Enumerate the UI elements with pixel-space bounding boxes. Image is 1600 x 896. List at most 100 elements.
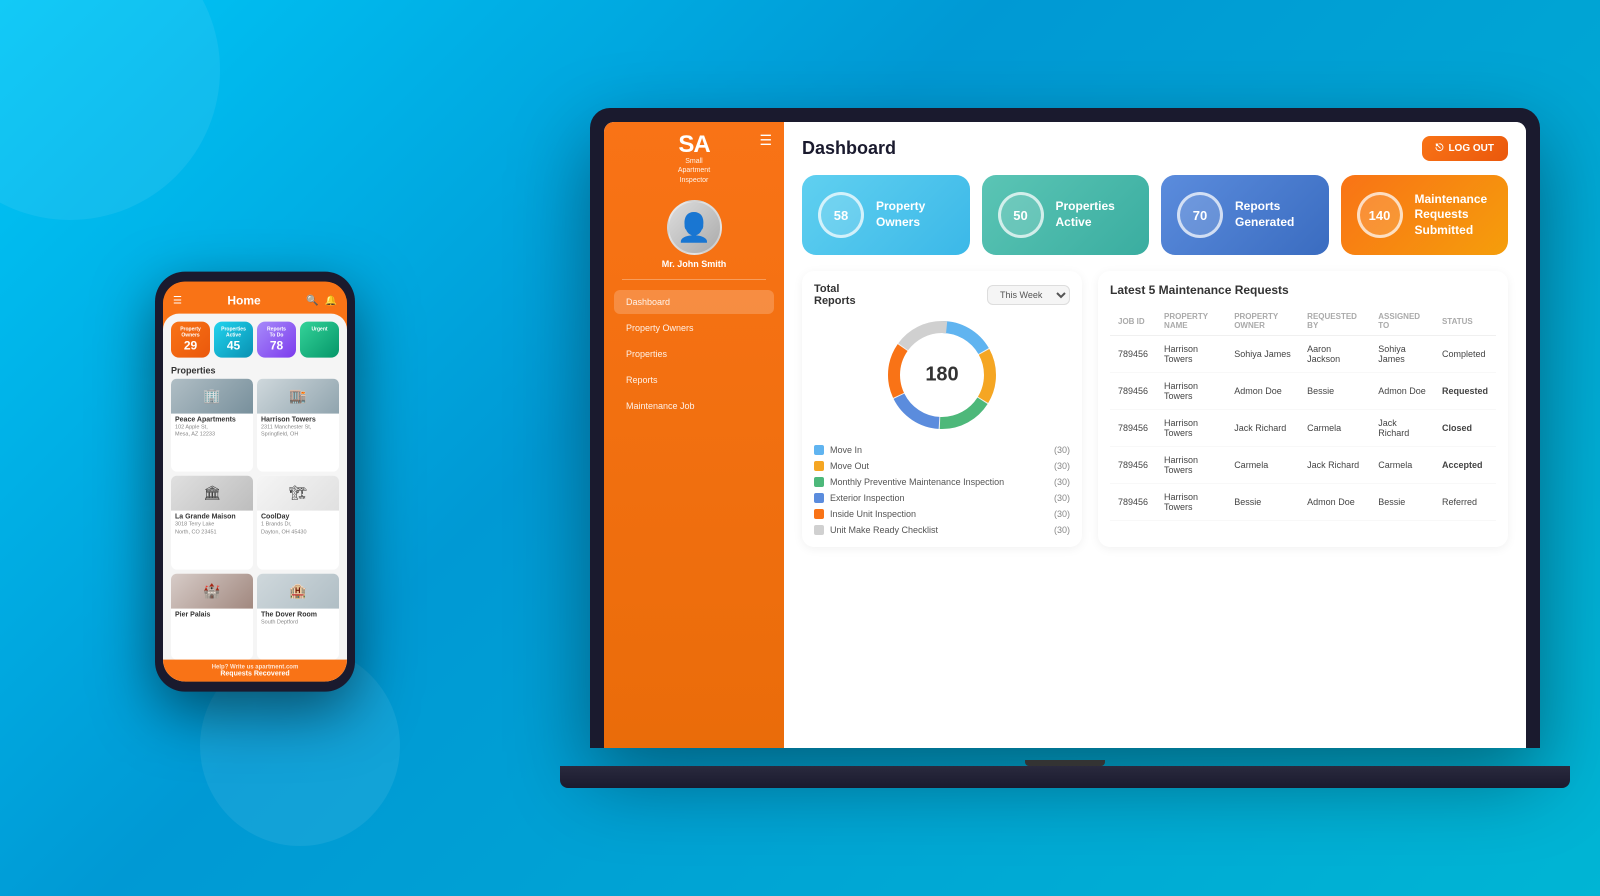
logout-label: LOG OUT xyxy=(1448,143,1494,154)
cell-owner: Sohiya James xyxy=(1226,336,1299,373)
stat-card-reports[interactable]: 70 ReportsGenerated xyxy=(1161,175,1329,255)
laptop-base xyxy=(560,766,1570,788)
phone-properties-grid: 🏢 Peace Apartments 102 Apple St,Mesa, AZ… xyxy=(163,379,347,660)
phone-prop-coolday[interactable]: 🏗 CoolDay 1 Brands Dr,Dayton, OH 45430 xyxy=(257,476,339,569)
cell-status: Closed xyxy=(1434,410,1496,447)
phone-bottom-status: Requests Recovered xyxy=(220,671,289,678)
table-row[interactable]: 789456 Harrison Towers Bessie Admon Doe … xyxy=(1110,484,1496,521)
phone-card-3-label: ReportsTo Do xyxy=(267,327,286,339)
phone-prop-dover-addr: South Deptford xyxy=(261,619,335,626)
phone-menu-icon[interactable]: ☰ xyxy=(173,295,182,306)
phone-prop-lagrande[interactable]: 🏛 La Grande Maison 3018 Terry LakeNorth,… xyxy=(171,476,253,569)
page-title: Dashboard xyxy=(802,138,896,159)
phone-prop-lagrande-name: La Grande Maison xyxy=(175,514,249,521)
phone-card-1-value: 29 xyxy=(184,339,197,353)
chart-section: TotalReports This Week This Month This Y… xyxy=(802,271,1082,547)
stat-card-property-owners[interactable]: 58 PropertyOwners xyxy=(802,175,970,255)
sidebar-item-property-owners[interactable]: Property Owners xyxy=(614,316,774,340)
phone-prop-pier-img: 🏰 xyxy=(171,573,253,608)
stat-card-maintenance[interactable]: 140 MaintenanceRequestsSubmitted xyxy=(1341,175,1509,255)
phone-card-3-value: 78 xyxy=(270,339,283,353)
table-row[interactable]: 789456 Harrison Towers Admon Doe Bessie … xyxy=(1110,373,1496,410)
phone-search-icon[interactable]: 🔍 xyxy=(306,295,318,306)
sidebar: ☰ SA SmallApartmentInspector 👤 Mr. John … xyxy=(604,122,784,748)
chart-header: TotalReports This Week This Month This Y… xyxy=(814,283,1070,307)
stat-value-reports: 70 xyxy=(1193,208,1207,223)
table-header-row: Job ID Property Name Property Owner Requ… xyxy=(1110,307,1496,336)
sidebar-nav: Dashboard Property Owners Properties Rep… xyxy=(604,290,784,420)
phone-prop-dover-img: 🏨 xyxy=(257,573,339,608)
phone-prop-peace[interactable]: 🏢 Peace Apartments 102 Apple St,Mesa, AZ… xyxy=(171,379,253,472)
phone-screen: ☰ Home 🔍 🔔 PropertyOwners 29 PropertiesA… xyxy=(163,282,347,682)
phone-header-actions: 🔍 🔔 xyxy=(306,295,337,306)
sidebar-logo-subtitle: SmallApartmentInspector xyxy=(678,157,710,184)
stat-circle-owners: 58 xyxy=(818,192,864,238)
phone-prop-harrison-info: Harrison Towers 2311 Manchester St,Sprin… xyxy=(257,414,339,442)
cell-property: Harrison Towers xyxy=(1156,410,1226,447)
legend-item-moveout: Move Out (30) xyxy=(814,461,1070,471)
bottom-section: TotalReports This Week This Month This Y… xyxy=(802,271,1508,547)
phone-stat-cards: PropertyOwners 29 PropertiesActive 45 Re… xyxy=(163,314,347,362)
cell-owner: Jack Richard xyxy=(1226,410,1299,447)
phone-prop-harrison-name: Harrison Towers xyxy=(261,417,335,424)
phone-notch xyxy=(230,272,280,280)
sidebar-item-reports[interactable]: Reports xyxy=(614,368,774,392)
chart-title: TotalReports xyxy=(814,283,856,307)
table-header: Job ID Property Name Property Owner Requ… xyxy=(1110,307,1496,336)
sidebar-item-maintenance[interactable]: Maintenance Job xyxy=(614,394,774,418)
phone-bell-icon[interactable]: 🔔 xyxy=(325,295,337,306)
legend-dot-exterior xyxy=(814,493,824,503)
logout-button[interactable]: ⎋ LOG OUT xyxy=(1422,136,1508,161)
stat-label-active: PropertiesActive xyxy=(1056,199,1115,230)
legend-count-exterior: (30) xyxy=(1054,493,1070,503)
legend-item-exterior: Exterior Inspection (30) xyxy=(814,493,1070,503)
phone-prop-peace-info: Peace Apartments 102 Apple St,Mesa, AZ 1… xyxy=(171,414,253,442)
stat-label-reports: ReportsGenerated xyxy=(1235,199,1294,230)
stat-card-properties-active[interactable]: 50 PropertiesActive xyxy=(982,175,1150,255)
table-body: 789456 Harrison Towers Sohiya James Aaro… xyxy=(1110,336,1496,521)
phone-prop-coolday-name: CoolDay xyxy=(261,514,335,521)
maintenance-table-title: Latest 5 Maintenance Requests xyxy=(1110,283,1496,297)
cell-assigned: Carmela xyxy=(1370,447,1434,484)
table-row[interactable]: 789456 Harrison Towers Carmela Jack Rich… xyxy=(1110,447,1496,484)
cell-job-id: 789456 xyxy=(1110,410,1156,447)
phone-prop-lagrande-info: La Grande Maison 3018 Terry LakeNorth, C… xyxy=(171,511,253,539)
legend-label-exterior: Exterior Inspection xyxy=(830,493,1048,503)
stat-value-maintenance: 140 xyxy=(1369,208,1391,223)
legend-count-moveout: (30) xyxy=(1054,461,1070,471)
legend-dot-makeready xyxy=(814,525,824,535)
col-owner: Property Owner xyxy=(1226,307,1299,336)
cell-status: Accepted xyxy=(1434,447,1496,484)
maintenance-table: Job ID Property Name Property Owner Requ… xyxy=(1110,307,1496,521)
cell-assigned: Admon Doe xyxy=(1370,373,1434,410)
cell-assigned: Jack Richard xyxy=(1370,410,1434,447)
sidebar-hamburger-icon[interactable]: ☰ xyxy=(759,132,772,149)
phone-prop-peace-addr: 102 Apple St,Mesa, AZ 12233 xyxy=(175,425,249,439)
cell-requested: Carmela xyxy=(1299,410,1370,447)
phone-prop-pier-name: Pier Palais xyxy=(175,611,249,618)
chart-filter-select[interactable]: This Week This Month This Year xyxy=(987,285,1070,305)
table-row[interactable]: 789456 Harrison Towers Sohiya James Aaro… xyxy=(1110,336,1496,373)
phone-card-3: ReportsTo Do 78 xyxy=(257,322,296,358)
phone-prop-harrison[interactable]: 🏬 Harrison Towers 2311 Manchester St,Spr… xyxy=(257,379,339,472)
phone-prop-dover[interactable]: 🏨 The Dover Room South Deptford xyxy=(257,573,339,659)
phone-properties-title: Properties xyxy=(163,362,347,379)
sidebar-item-properties[interactable]: Properties xyxy=(614,342,774,366)
donut-chart-container: 180 xyxy=(814,315,1070,435)
cell-status: Referred xyxy=(1434,484,1496,521)
cell-owner: Carmela xyxy=(1226,447,1299,484)
legend-count-movein: (30) xyxy=(1054,445,1070,455)
phone-card-2: PropertiesActive 45 xyxy=(214,322,253,358)
col-requested: Requested By xyxy=(1299,307,1370,336)
main-header: Dashboard ⎋ LOG OUT xyxy=(802,136,1508,161)
stat-label-maintenance: MaintenanceRequestsSubmitted xyxy=(1415,192,1488,239)
phone-prop-harrison-img: 🏬 xyxy=(257,379,339,414)
table-row[interactable]: 789456 Harrison Towers Jack Richard Carm… xyxy=(1110,410,1496,447)
cell-requested: Jack Richard xyxy=(1299,447,1370,484)
phone-prop-pier[interactable]: 🏰 Pier Palais xyxy=(171,573,253,659)
donut-center-value: 180 xyxy=(925,364,958,387)
phone-prop-peace-img: 🏢 xyxy=(171,379,253,414)
phone-bottom-bar: Help? Write us apartment.com Requests Re… xyxy=(163,660,347,682)
sidebar-item-dashboard[interactable]: Dashboard xyxy=(614,290,774,314)
logout-icon: ⎋ xyxy=(1436,143,1444,154)
